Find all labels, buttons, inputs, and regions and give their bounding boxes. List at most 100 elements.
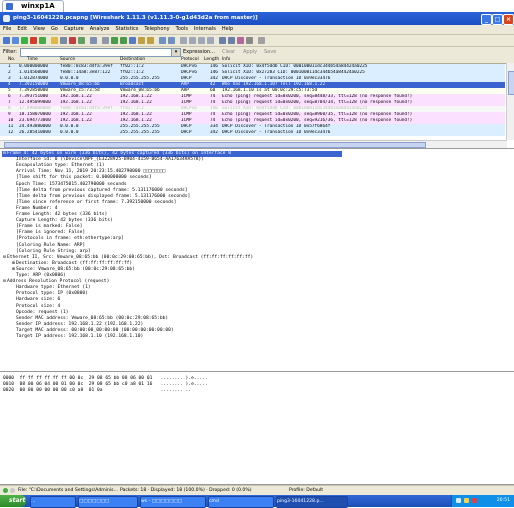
expert-info-icon[interactable] (3, 488, 8, 493)
packet-list-vscrollbar[interactable] (506, 63, 514, 140)
col-destination[interactable]: Destination (120, 57, 145, 62)
maximize-button[interactable]: □ (492, 14, 503, 25)
taskbar-item[interactable]: ws - □□□□□□□ (140, 496, 206, 508)
detail-line[interactable]: Protocol size: 4 (11, 304, 60, 310)
restart-capture-icon[interactable] (39, 37, 46, 44)
vscroll-thumb[interactable] (508, 71, 514, 95)
coloring-rules-icon[interactable] (237, 37, 244, 44)
packet-row[interactable]: 12 26.285410000 0.0.0.0 255.255.255.255 DHCP… (0, 130, 505, 136)
vm-tab[interactable]: winxp1A (2, 0, 64, 12)
taskbar-item-active[interactable]: ping3-16041228.p... (276, 496, 348, 508)
resize-columns-icon[interactable] (207, 37, 214, 44)
detail-line[interactable]: [Time since reference or first frame: 7.… (11, 200, 176, 206)
close-button[interactable]: × (503, 14, 514, 25)
detail-line[interactable]: Frame Number: 4 (11, 206, 58, 212)
detail-line[interactable]: Hardware size: 6 (11, 297, 60, 303)
col-no[interactable]: No. (8, 57, 15, 62)
go-forward-icon[interactable] (120, 37, 127, 44)
display-filters-icon[interactable] (228, 37, 235, 44)
clear-button[interactable]: Clear (222, 49, 235, 55)
detail-line[interactable]: Sender IP address: 192.168.1.22 (192.168… (11, 322, 143, 328)
go-to-packet-icon[interactable] (129, 37, 136, 44)
minimize-button[interactable]: _ (481, 14, 492, 25)
packet-cell-time: 7.393751000 (19, 94, 49, 99)
menu-go[interactable]: Go (48, 26, 61, 32)
detail-line[interactable]: ⊟Ethernet II, Src: Vmware_08:65:bb (00:0… (2, 255, 253, 261)
colorize-icon[interactable] (159, 37, 166, 44)
detail-line[interactable]: Target MAC address: 00:00:00_00:00:00 (0… (11, 328, 174, 334)
packet-cell-dst: 192.168.1.22 (120, 118, 152, 123)
save-file-icon[interactable] (60, 37, 67, 44)
menu-view[interactable]: View (30, 26, 48, 32)
reload-icon[interactable] (78, 37, 85, 44)
go-first-icon[interactable] (138, 37, 145, 44)
col-protocol[interactable]: Protocol (181, 57, 199, 62)
stop-capture-icon[interactable] (30, 37, 37, 44)
detail-line[interactable]: ⊞Source: Vmware_08:65:bb (00:0c:29:08:65… (11, 267, 135, 273)
packet-cell-len: 342 (210, 130, 218, 135)
interfaces-icon[interactable] (3, 37, 10, 44)
detail-line[interactable]: [Coloring Rule String: arp] (11, 249, 91, 255)
menu-tools[interactable]: Tools (173, 26, 191, 32)
save-filter-button[interactable]: Save (264, 49, 276, 55)
col-length[interactable]: Length (204, 57, 219, 62)
capture-comment-icon[interactable] (10, 488, 15, 493)
detail-line[interactable]: [Time delta from previous captured frame… (11, 188, 187, 194)
menu-help[interactable]: Help (219, 26, 236, 32)
detail-text: Frame 4: 42 bytes on wire (336 bits), 42… (7, 151, 232, 156)
col-info[interactable]: Info (222, 57, 230, 62)
capture-filters-icon[interactable] (219, 37, 226, 44)
zoom-in-icon[interactable] (180, 37, 187, 44)
go-back-icon[interactable] (111, 37, 118, 44)
options-icon[interactable] (12, 37, 19, 44)
print-icon[interactable] (90, 37, 97, 44)
tray-network-icon[interactable] (456, 498, 461, 503)
start-button[interactable]: start (0, 495, 26, 507)
detail-line[interactable]: Sender MAC address: Vmware_08:65:bb (00:… (11, 316, 168, 322)
detail-line[interactable]: ⊞Destination: Broadcast (ff:ff:ff:ff:ff:… (11, 261, 132, 267)
col-source[interactable]: Source (60, 57, 75, 62)
close-file-icon[interactable] (69, 37, 76, 44)
status-profile[interactable]: Profile: Default (289, 488, 323, 493)
vm-tab-title: winxp1A (21, 2, 55, 10)
detail-line[interactable]: [Coloring Rule Name: ARP] (11, 243, 85, 249)
apply-button[interactable]: Apply (243, 49, 257, 55)
tray-volume-icon[interactable] (464, 498, 469, 503)
packet-cell-dst: ff02::1:2 (120, 64, 144, 69)
menu-internals[interactable]: Internals (191, 26, 219, 32)
zoom-out-icon[interactable] (189, 37, 196, 44)
hscroll-thumb[interactable] (4, 142, 426, 148)
col-time[interactable]: Time (27, 57, 38, 62)
expression-button[interactable]: Expression... (183, 49, 215, 55)
taskbar-item[interactable]: ... (30, 496, 76, 508)
detail-line[interactable]: Target IP address: 192.168.1.10 (192.168… (11, 334, 143, 340)
detail-line[interactable]: [Time delta from previous displayed fram… (11, 194, 190, 200)
menu-telephony[interactable]: Telephony (141, 26, 172, 32)
go-last-icon[interactable] (147, 37, 154, 44)
find-packet-icon[interactable] (102, 37, 109, 44)
zoom-normal-icon[interactable] (198, 37, 205, 44)
menu-capture[interactable]: Capture (61, 26, 87, 32)
packet-cell-time: 7.392150000 (19, 82, 49, 87)
menu-file[interactable]: File (0, 26, 14, 32)
packet-cell-len: 334 (210, 124, 218, 129)
tray-security-icon[interactable] (472, 498, 477, 503)
filter-input[interactable] (20, 48, 172, 57)
preferences-icon[interactable] (246, 37, 253, 44)
detail-line[interactable]: [Protocols in frame: eth:ethertype:arp] (11, 236, 124, 242)
taskbar-item[interactable]: □□□□□□□ (78, 496, 138, 508)
autoscroll-icon[interactable] (168, 37, 175, 44)
detail-text: Hardware type: Ethernet (1) (16, 285, 91, 291)
detail-line[interactable]: Opcode: request (1) (11, 310, 69, 316)
help-icon[interactable] (258, 37, 265, 44)
open-file-icon[interactable] (51, 37, 58, 44)
menu-analyze[interactable]: Analyze (87, 26, 113, 32)
filter-dropdown[interactable]: ▾ (171, 48, 181, 57)
packet-list-hscrollbar[interactable] (0, 140, 507, 148)
menu-statistics[interactable]: Statistics (112, 26, 141, 32)
detail-line[interactable]: [Time shift for this packet: 0.000000000… (11, 175, 152, 181)
taskbar-item[interactable]: cmd (208, 496, 274, 508)
detail-line[interactable]: Epoch Time: 1573475015.402790000 seconds (11, 182, 127, 188)
menu-edit[interactable]: Edit (14, 26, 30, 32)
start-capture-icon[interactable] (21, 37, 28, 44)
